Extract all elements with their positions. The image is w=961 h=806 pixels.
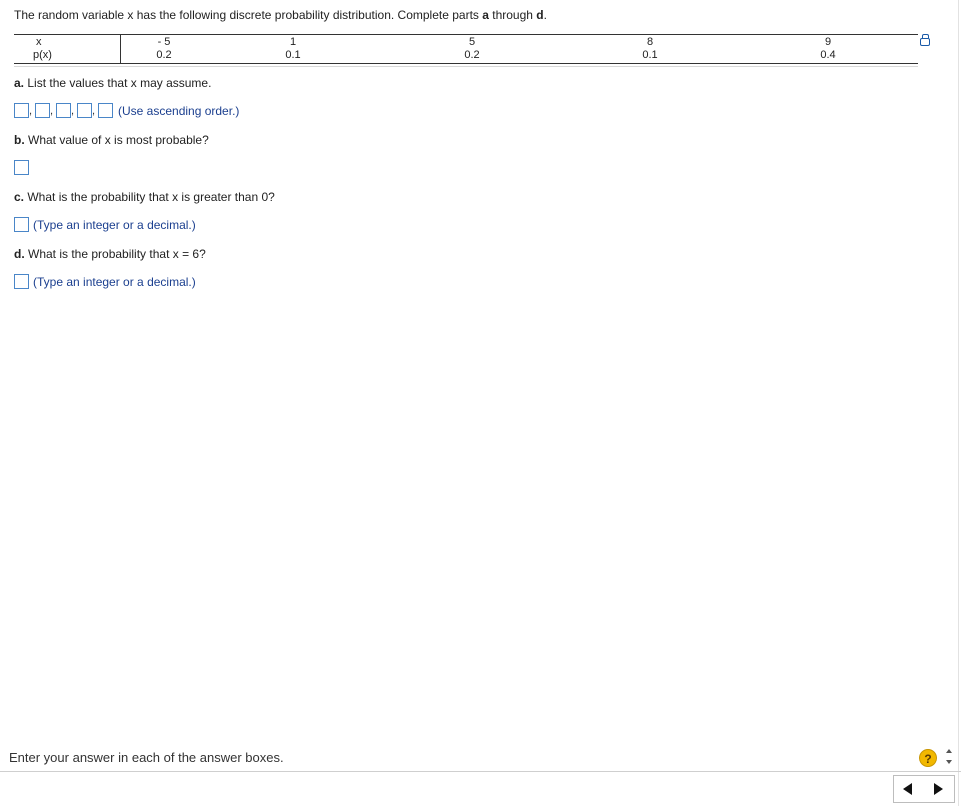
arrow-right-icon[interactable] — [934, 783, 943, 795]
distribution-table: x p(x) - 5 0.2 1 0.1 5 0.2 8 0.1 9 0.4 — [14, 34, 918, 64]
part-a-hint: (Use ascending order.) — [118, 103, 240, 118]
answer-box-a2[interactable] — [35, 103, 50, 118]
part-a-answer-row: , , , , (Use ascending order.) — [14, 103, 239, 118]
table-cell-p: 0.2 — [156, 49, 172, 61]
table-cell-p: 0.1 — [285, 49, 301, 61]
answer-box-a1[interactable] — [14, 103, 29, 118]
instruction-text: Enter your answer in each of the answer … — [9, 750, 284, 765]
table-cell-x: 8 — [646, 36, 654, 48]
table-cell-x: - 5 — [157, 36, 171, 48]
scroll-down-icon[interactable] — [946, 760, 952, 764]
table-cell-x: 1 — [289, 36, 297, 48]
clipboard-icon[interactable] — [920, 34, 930, 46]
table-header-px: p(x) — [33, 49, 52, 61]
table-cell-x: 5 — [468, 36, 476, 48]
answer-box-a5[interactable] — [98, 103, 113, 118]
answer-box-a4[interactable] — [77, 103, 92, 118]
part-c-answer-row: (Type an integer or a decimal.) — [14, 217, 196, 232]
answer-box-c[interactable] — [14, 217, 29, 232]
part-d-answer-row: (Type an integer or a decimal.) — [14, 274, 196, 289]
table-header-x: x — [36, 36, 42, 48]
part-d-hint: (Type an integer or a decimal.) — [33, 274, 196, 289]
footer-divider — [0, 771, 961, 772]
arrow-left-icon[interactable] — [903, 783, 912, 795]
table-cell-p: 0.2 — [464, 49, 480, 61]
part-b-answer-row — [14, 160, 29, 176]
table-cell-p: 0.4 — [820, 49, 836, 61]
help-icon[interactable]: ? — [919, 749, 937, 767]
table-cell-p: 0.1 — [642, 49, 658, 61]
part-b-prompt: b. What value of x is most probable? — [14, 133, 209, 147]
scroll-up-icon[interactable] — [946, 749, 952, 753]
answer-box-a3[interactable] — [56, 103, 71, 118]
table-cell-x: 9 — [824, 36, 832, 48]
part-a-prompt: a. List the values that x may assume. — [14, 76, 212, 90]
scrollbar-track[interactable] — [958, 0, 959, 806]
part-c-prompt: c. What is the probability that x is gre… — [14, 190, 275, 204]
question-stem: The random variable x has the following … — [14, 8, 547, 22]
answer-box-b[interactable] — [14, 160, 29, 176]
divider — [14, 66, 918, 67]
part-c-hint: (Type an integer or a decimal.) — [33, 217, 196, 232]
part-d-prompt: d. What is the probability that x = 6? — [14, 247, 206, 261]
answer-box-d[interactable] — [14, 274, 29, 289]
